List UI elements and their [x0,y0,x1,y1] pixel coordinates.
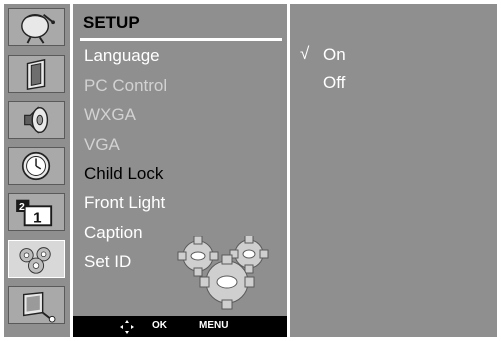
audio-icon [24,106,49,134]
ok-hint-label: OK [152,320,167,331]
setup-menu-tab[interactable] [8,240,65,278]
menu-title: SETUP [83,13,140,32]
menu-icon-column: 2 1 [4,4,70,337]
timer-menu-tab[interactable] [8,147,65,185]
menu-item-set-id[interactable]: Set ID [84,252,131,272]
navigation-hint-bar: OK MENU [73,316,287,337]
timer-icon [21,151,51,181]
title-divider [80,38,282,41]
menu-item-wxga[interactable]: WXGA [84,105,136,125]
picture-menu-tab[interactable] [8,8,65,46]
setup-icon [19,247,51,274]
audio-menu-tab[interactable] [8,101,65,139]
menu-item-vga[interactable]: VGA [84,135,120,155]
input-icon-badge-large: 1 [33,209,41,226]
input-icon-badge-small: 2 [19,202,25,213]
menu-hint-label: MENU [199,320,229,331]
navigation-arrows-icon [120,320,134,334]
input-icon: 2 1 [16,199,53,226]
menu-item-language[interactable]: Language [84,46,160,66]
menu-item-caption[interactable]: Caption [84,223,143,243]
screen-menu-tab[interactable] [8,55,65,93]
special-menu-tab[interactable] [8,286,65,324]
setup-menu-panel: SETUP Language PC Control WXGA VGA Child… [73,4,287,337]
check-mark-icon: √ [300,44,310,63]
option-off[interactable]: Off [323,73,345,93]
special-icon [23,291,56,323]
input-menu-tab[interactable]: 2 1 [8,193,65,231]
options-panel: √ On Off [290,4,497,337]
menu-item-child-lock[interactable]: Child Lock [84,164,163,184]
menu-item-front-light[interactable]: Front Light [84,193,165,213]
option-on[interactable]: On [323,45,346,65]
setup-menu-screen: 2 1 SETUP Language PC Control WXGA VGA C… [0,0,501,341]
picture-icon [21,13,55,44]
screen-icon [26,58,46,90]
menu-item-pc-control[interactable]: PC Control [84,76,167,96]
gears-illustration-icon [177,236,269,310]
